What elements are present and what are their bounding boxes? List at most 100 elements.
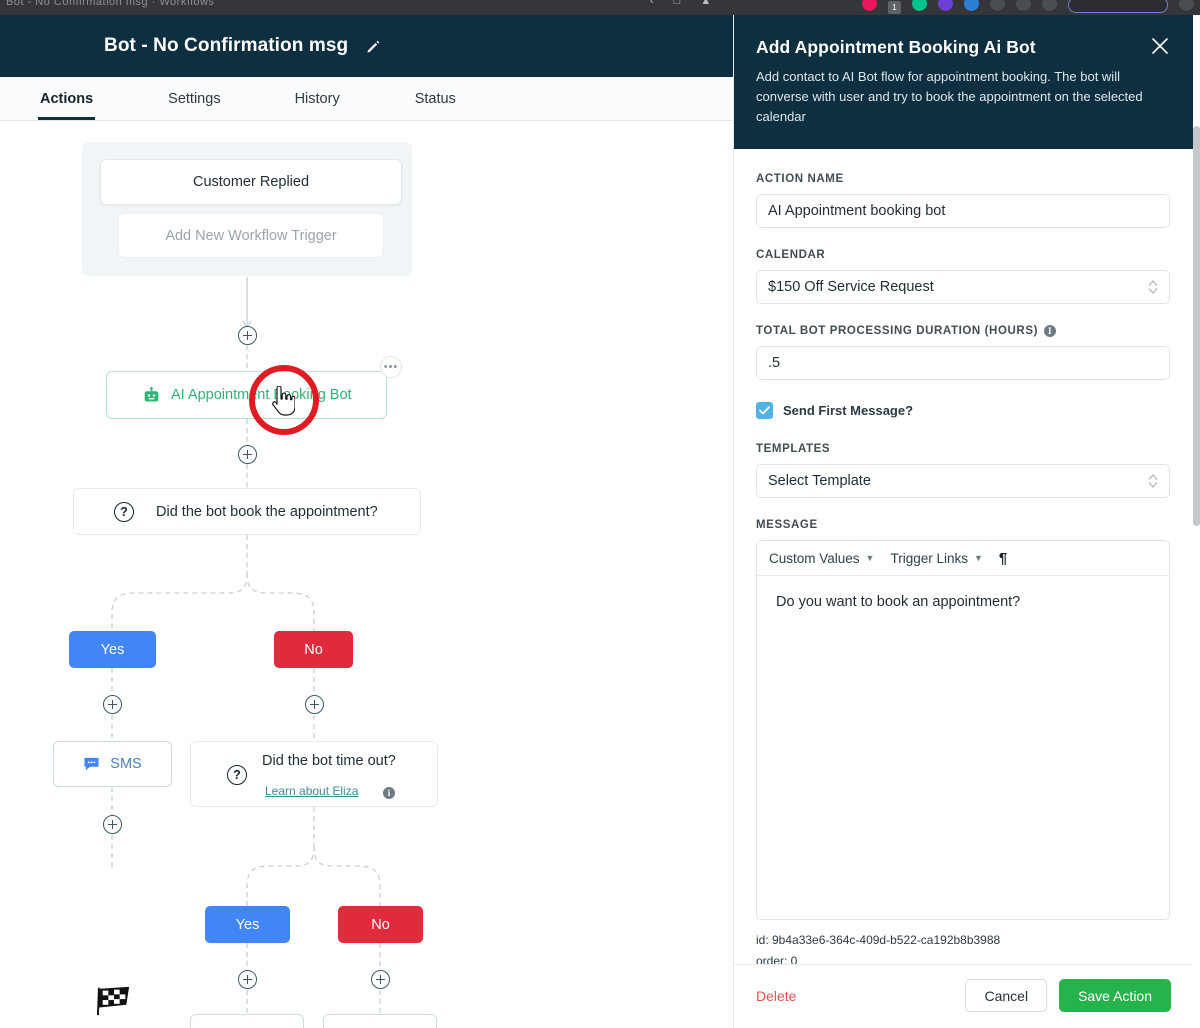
- learn-about-eliza-label: Learn about Eliza: [265, 784, 359, 798]
- action-name-value: AI Appointment booking bot: [768, 203, 946, 219]
- extension-red-icon[interactable]: [862, 0, 877, 11]
- side-panel-description: Add contact to AI Bot flow for appointme…: [756, 69, 1143, 124]
- send-first-message-checkbox[interactable]: [756, 402, 773, 419]
- message-label: MESSAGE: [756, 519, 818, 531]
- add-workflow-trigger-label: Add New Workflow Trigger: [165, 227, 337, 244]
- duration-label-text: TOTAL BOT PROCESSING DURATION (HOURS): [756, 325, 1039, 337]
- branch-no-1-label: No: [304, 641, 323, 658]
- calendar-value: $150 Off Service Request: [768, 279, 934, 295]
- action-node-label: AI Appointment Booking Bot: [171, 387, 352, 403]
- custom-values-label: Custom Values: [769, 550, 860, 566]
- tab-actions[interactable]: Actions: [37, 91, 96, 120]
- action-node-ai-appointment-booking-bot[interactable]: AI Appointment Booking Bot •••: [106, 356, 402, 419]
- overflow-menu-icon[interactable]: [1179, 0, 1194, 11]
- add-step-icon-3[interactable]: [103, 695, 122, 714]
- trigger-node-label: Customer Replied: [192, 174, 310, 190]
- add-step-icon-5[interactable]: [103, 815, 122, 834]
- custom-values-dropdown[interactable]: Custom Values ▼: [769, 551, 874, 566]
- question-circle-icon-2: ?: [227, 765, 247, 785]
- branch-yes-1[interactable]: Yes: [69, 631, 156, 668]
- node-options-icon[interactable]: •••: [380, 356, 402, 378]
- side-panel: Add Appointment Booking Ai Bot Add conta…: [733, 15, 1193, 1028]
- question-circle-icon: ?: [114, 501, 134, 522]
- add-step-icon-7[interactable]: [371, 970, 390, 989]
- duration-label: TOTAL BOT PROCESSING DURATION (HOURS) i: [756, 325, 1171, 337]
- pointing-hand-cursor: [269, 385, 296, 421]
- condition-node-timeout-label: Did the bot time out?: [262, 753, 396, 769]
- browser-nav-buttons[interactable]: ‹ □ ▲: [650, 0, 711, 12]
- side-panel-title: Add Appointment Booking Ai Bot: [756, 37, 1036, 57]
- trigger-links-dropdown[interactable]: Trigger Links ▼: [890, 551, 982, 566]
- extension-gray-icon[interactable]: [1016, 0, 1031, 11]
- templates-value: Select Template: [768, 473, 871, 489]
- condition-node-book-appointment[interactable]: ? Did the bot book the appointment?: [73, 488, 421, 535]
- extension-dark-icon[interactable]: [990, 0, 1005, 11]
- browser-address-text: Bot - No Confirmation msg · Workflows: [6, 0, 215, 8]
- send-first-message-label: Send First Message?: [783, 403, 914, 418]
- templates-label: TEMPLATES: [756, 443, 831, 455]
- paragraph-icon[interactable]: ¶: [999, 550, 1007, 567]
- close-icon[interactable]: [1149, 35, 1171, 57]
- profile-pill[interactable]: [1068, 0, 1168, 13]
- info-icon-canvas[interactable]: i: [383, 787, 395, 799]
- message-editor[interactable]: Custom Values ▼ Trigger Links ▼ ¶ Do you…: [756, 540, 1170, 920]
- chevron-updown-icon-calendar: [1148, 279, 1158, 295]
- cancel-button[interactable]: Cancel: [965, 979, 1048, 1012]
- extension-blue-icon[interactable]: [964, 0, 979, 11]
- branch-no-2[interactable]: No: [338, 906, 423, 943]
- learn-about-eliza-link[interactable]: Learn about Eliza: [265, 784, 358, 798]
- extension-badge: 1: [888, 1, 901, 14]
- action-node-sms-label: SMS: [110, 756, 142, 772]
- workflow-canvas[interactable]: Customer Replied Add New Workflow Trigge…: [0, 121, 735, 1028]
- side-panel-scrollbar[interactable]: [1193, 126, 1200, 526]
- extension-extra-icon[interactable]: [1042, 0, 1057, 11]
- chevron-down-icon-trigger-links: ▼: [974, 553, 983, 563]
- browser-extension-icons[interactable]: 1: [862, 0, 1200, 15]
- tab-history[interactable]: History: [295, 91, 340, 120]
- branch-yes-1-label: Yes: [100, 641, 125, 658]
- branch-yes-2-label: Yes: [235, 916, 260, 933]
- condition-node-bot-timeout[interactable]: ? Did the bot time out? Learn about Eliz…: [190, 741, 438, 807]
- message-body-text: Do you want to book an appointment?: [776, 594, 1021, 610]
- add-workflow-trigger-button[interactable]: Add New Workflow Trigger: [118, 213, 384, 258]
- tab-icon[interactable]: □: [674, 0, 681, 7]
- send-first-message-row[interactable]: Send First Message?: [756, 402, 1171, 419]
- add-step-icon-4[interactable]: [305, 695, 324, 714]
- action-name-label: ACTION NAME: [756, 173, 844, 185]
- branch-no-1[interactable]: No: [274, 631, 353, 668]
- chevron-down-icon-custom-values: ▼: [865, 553, 875, 563]
- side-panel-body: ACTION NAME AI Appointment booking bot C…: [734, 149, 1193, 964]
- message-textarea[interactable]: Do you want to book an appointment?: [757, 576, 1169, 919]
- app-header: Bot - No Confirmation msg: [0, 15, 735, 77]
- node-partial-right[interactable]: [323, 1014, 437, 1028]
- duration-input[interactable]: .5: [756, 346, 1170, 380]
- add-step-icon-6[interactable]: [238, 970, 257, 989]
- robot-icon: [143, 386, 160, 404]
- extension-green-icon[interactable]: [912, 0, 927, 11]
- extension-purple-icon[interactable]: [938, 0, 953, 11]
- info-icon-duration[interactable]: i: [1044, 325, 1057, 337]
- calendar-label: CALENDAR: [756, 249, 826, 261]
- action-name-input[interactable]: AI Appointment booking bot: [756, 194, 1170, 228]
- add-step-icon-1[interactable]: [238, 326, 257, 345]
- message-editor-toolbar: Custom Values ▼ Trigger Links ▼ ¶: [757, 541, 1169, 576]
- pencil-icon[interactable]: [366, 39, 381, 54]
- condition-node-label: Did the bot book the appointment?: [156, 503, 378, 520]
- back-icon[interactable]: ‹: [650, 0, 654, 7]
- node-partial-left[interactable]: [190, 1014, 304, 1028]
- tab-settings[interactable]: Settings: [168, 91, 220, 120]
- action-node-sms[interactable]: SMS: [53, 741, 172, 787]
- templates-select[interactable]: Select Template: [756, 464, 1170, 498]
- screen-root: Bot - No Confirmation msg · Workflows ‹ …: [0, 0, 1200, 1028]
- bookmark-icon[interactable]: ▲: [700, 0, 711, 7]
- action-meta: id: 9b4a33e6-364c-409d-b522-ca192b8b3988…: [756, 930, 1171, 964]
- save-action-button[interactable]: Save Action: [1059, 979, 1171, 1012]
- delete-button[interactable]: Delete: [756, 988, 796, 1004]
- calendar-select[interactable]: $150 Off Service Request: [756, 270, 1170, 304]
- branch-yes-2[interactable]: Yes: [205, 906, 290, 943]
- trigger-node-customer-replied[interactable]: Customer Replied: [100, 159, 402, 205]
- tab-status[interactable]: Status: [415, 91, 456, 120]
- add-step-icon-2[interactable]: [238, 445, 257, 464]
- action-id: id: 9b4a33e6-364c-409d-b522-ca192b8b3988: [756, 933, 1001, 947]
- sms-icon: [83, 757, 100, 771]
